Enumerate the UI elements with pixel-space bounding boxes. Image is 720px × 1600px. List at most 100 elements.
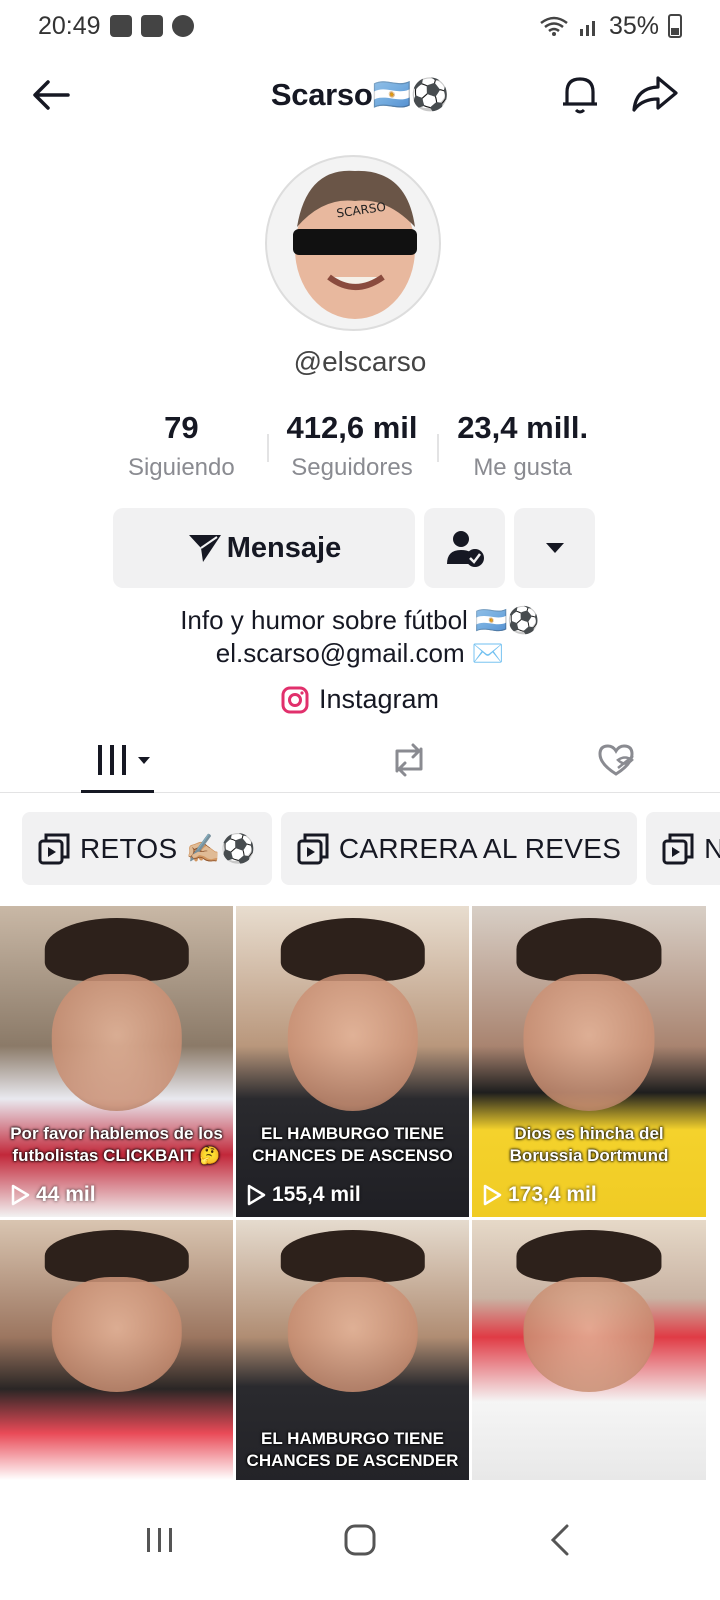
message-button[interactable]: Mensaje <box>113 508 415 588</box>
playlist-chip[interactable]: CARRERA AL REVES <box>280 812 638 885</box>
share-button[interactable] <box>628 68 682 118</box>
profile-actions: Mensaje <box>113 508 595 588</box>
video-thumbnail[interactable]: Por favor hablemos de los futbolistas CL… <box>0 906 233 1217</box>
video-caption: EL HAMBURGO TIENE CHANCES DE ASCENSO <box>252 1124 453 1165</box>
stat-label: Me gusta <box>473 454 573 481</box>
playlist-label: CARRERA AL REVES <box>338 832 622 864</box>
chevron-left-icon <box>550 1524 569 1556</box>
profile-header: Scarso🇦🇷⚽ <box>0 52 720 136</box>
video-views: 44 mil <box>10 1183 96 1207</box>
signal-icon <box>579 21 595 36</box>
stat-label: Siguiendo <box>127 454 235 481</box>
playlist-label: RETOS ✍🏼⚽ <box>80 833 256 864</box>
profile-stats: 79 Siguiendo 412,6 mil Seguidores 23,4 m… <box>96 410 608 490</box>
shazam-icon <box>171 15 194 37</box>
avatar-illustration: SCARSO <box>293 170 417 319</box>
video-thumbnail[interactable]: Dios es hincha del Borussia Dortmund 173… <box>472 906 706 1217</box>
system-nav-bar <box>0 1480 720 1600</box>
calendar-icon <box>140 15 163 37</box>
home-square-icon <box>344 1524 376 1556</box>
playlist-icon <box>662 833 694 864</box>
bio-line: Info y humor sobre fútbol 🇦🇷⚽ <box>180 605 540 635</box>
video-thumbnail[interactable] <box>472 1220 706 1480</box>
following-status-button[interactable] <box>424 508 505 588</box>
user-check-icon <box>446 531 484 567</box>
back-button[interactable] <box>26 70 76 120</box>
share-arrow-icon <box>632 76 678 112</box>
video-views: 173,4 mil <box>482 1183 597 1207</box>
thumbnail-face <box>287 974 418 1112</box>
playlist-icon <box>297 833 329 864</box>
bio-email: el.scarso@gmail.com ✉️ <box>215 638 505 668</box>
battery-level: 35% <box>608 11 659 40</box>
instagram-icon <box>281 686 309 713</box>
video-thumbnail[interactable]: EL HAMBURGO TIENE CHANCES DE ASCENSO 155… <box>236 906 469 1217</box>
thumbnail-face <box>287 1277 418 1392</box>
profile-handle: @elscarso <box>293 346 427 377</box>
stat-likes[interactable]: 23,4 mill. Me gusta <box>437 410 608 490</box>
video-caption: Dios es hincha del Borussia Dortmund <box>509 1124 669 1165</box>
play-outline-icon <box>483 1184 502 1206</box>
stat-following[interactable]: 79 Siguiendo <box>96 410 267 490</box>
playlist-icon <box>38 833 70 864</box>
playlist-label: N <box>704 832 720 864</box>
avatar[interactable]: SCARSO <box>265 155 441 331</box>
repost-icon <box>395 743 423 777</box>
wifi-icon <box>540 16 568 36</box>
thumbnail-hair <box>44 1230 189 1283</box>
video-thumbnail[interactable] <box>0 1220 233 1480</box>
view-count: 155,4 mil <box>272 1183 361 1206</box>
stat-value: 412,6 mil <box>286 410 418 445</box>
profile-bio: Info y humor sobre fútbol 🇦🇷⚽ el.scarso@… <box>0 604 720 670</box>
stat-followers[interactable]: 412,6 mil Seguidores <box>266 410 438 490</box>
thumbnail-hair <box>516 918 662 981</box>
playlist-chip[interactable]: N <box>646 812 720 885</box>
content-tabs <box>0 728 720 793</box>
status-left: 20:49 <box>38 12 194 41</box>
caret-down-icon <box>545 543 564 553</box>
instagram-link[interactable]: Instagram <box>0 684 720 715</box>
hidden-heart-icon <box>598 744 635 776</box>
playlist-chip[interactable]: RETOS ✍🏼⚽ <box>22 812 272 885</box>
stat-value: 79 <box>164 410 199 445</box>
stat-value: 23,4 mill. <box>457 410 589 445</box>
play-outline-icon <box>11 1184 30 1206</box>
notifications-button[interactable] <box>555 68 605 118</box>
thumbnail-hair <box>280 1230 425 1283</box>
play-outline-icon <box>247 1184 266 1206</box>
video-caption: EL HAMBURGO TIENE CHANCES DE ASCENDER <box>246 1429 459 1470</box>
status-time: 20:49 <box>38 11 101 40</box>
grid-bars-icon <box>98 745 150 775</box>
home-button[interactable] <box>325 1510 395 1570</box>
recents-icon <box>147 1528 172 1552</box>
status-bar: 20:49 35% <box>0 0 720 52</box>
thumbnail-hair <box>280 918 425 981</box>
video-thumbnail[interactable]: EL HAMBURGO TIENE CHANCES DE ASCENDER <box>236 1220 469 1480</box>
video-caption: Por favor hablemos de los futbolistas CL… <box>10 1124 223 1165</box>
stat-label: Seguidores <box>291 454 413 481</box>
thumbnail-face <box>523 1277 655 1392</box>
suggestions-dropdown-button[interactable] <box>514 508 595 588</box>
thumbnail-hair <box>44 918 189 981</box>
playlists-row: RETOS ✍🏼⚽ CARRERA AL REVES N <box>22 812 720 885</box>
thumbnail-hair <box>516 1230 662 1283</box>
tab-liked[interactable] <box>513 728 720 792</box>
system-back-button[interactable] <box>525 1510 595 1570</box>
thumbnail-face <box>51 1277 182 1392</box>
battery-icon <box>668 14 682 38</box>
message-label: Mensaje <box>226 531 342 564</box>
status-right: 35% <box>539 12 682 41</box>
recent-apps-button[interactable] <box>125 1510 195 1570</box>
bell-icon <box>563 77 597 114</box>
instagram-label: Instagram <box>318 684 440 714</box>
notification-icon <box>109 15 132 37</box>
thumbnail-face <box>51 974 182 1112</box>
video-views: 155,4 mil <box>246 1183 361 1207</box>
tab-reposts[interactable] <box>305 728 512 792</box>
arrow-left-icon <box>33 80 70 110</box>
page-title: Scarso🇦🇷⚽ <box>270 76 450 112</box>
view-count: 173,4 mil <box>508 1183 597 1206</box>
send-icon <box>188 535 221 562</box>
tab-videos[interactable] <box>0 728 305 793</box>
view-count: 44 mil <box>36 1183 96 1206</box>
